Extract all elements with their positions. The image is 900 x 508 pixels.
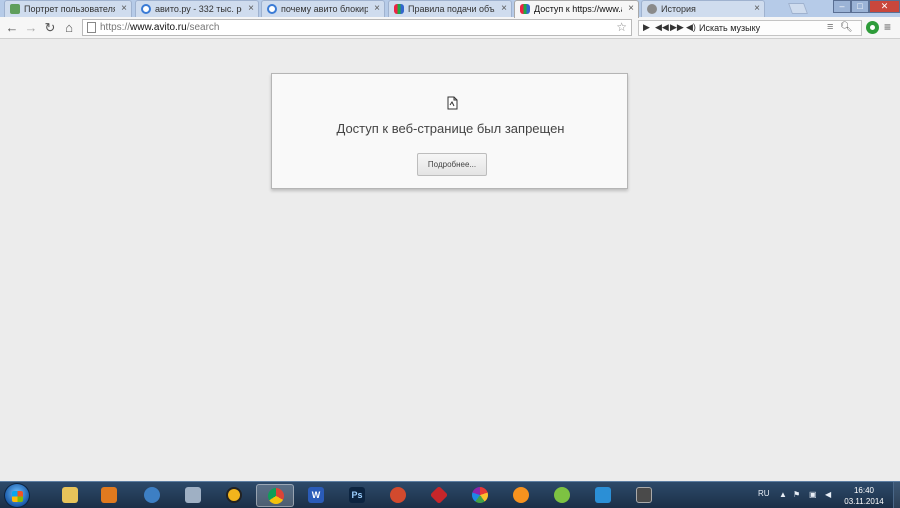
taskbar-chrome[interactable] xyxy=(256,484,294,507)
clock-time: 16:40 xyxy=(853,486,875,495)
maximize-button[interactable]: □ xyxy=(851,0,869,13)
taskbar-tool-app[interactable] xyxy=(383,484,413,507)
media-player-icon xyxy=(101,487,117,503)
tab-title: авито.ру - 332 тыс. резул xyxy=(155,4,242,14)
windows-logo-icon xyxy=(12,491,23,502)
aimp-icon xyxy=(226,487,242,503)
broken-document-icon xyxy=(447,96,458,110)
calculator-icon xyxy=(185,487,201,503)
folder-icon xyxy=(62,487,78,503)
reload-icon[interactable]: ↻ xyxy=(42,20,58,36)
player-icon xyxy=(595,487,611,503)
system-clock[interactable]: 16:40 03.11.2014 xyxy=(838,485,890,507)
tab-title: Доступ к https://www.avi xyxy=(534,4,622,14)
taskbar-network-app[interactable] xyxy=(137,484,167,507)
details-button[interactable]: Подробнее... xyxy=(417,153,487,176)
play-icon[interactable]: ▶ xyxy=(643,22,650,33)
new-tab-button[interactable] xyxy=(787,3,809,14)
console-icon xyxy=(636,487,652,503)
menu-icon[interactable]: ≡ xyxy=(884,20,891,34)
word-icon: W xyxy=(308,487,324,503)
tab-title: почему авито блокирует xyxy=(281,4,368,14)
tab-title: Портрет пользователя A xyxy=(24,4,115,14)
page-icon xyxy=(87,22,96,33)
language-indicator[interactable]: RU xyxy=(758,489,770,498)
show-desktop-button[interactable] xyxy=(893,482,900,508)
colorful-favicon-icon xyxy=(520,4,530,14)
bookmark-star-icon[interactable]: ☆ xyxy=(616,20,627,34)
taskbar-explorer[interactable] xyxy=(55,484,85,507)
next-track-icon[interactable]: ▶▶ xyxy=(670,22,684,33)
tab-4-active[interactable]: Доступ к https://www.avi × xyxy=(514,0,639,18)
error-message: Доступ к веб-странице был запрещен xyxy=(336,121,565,136)
address-bar[interactable]: https://www.avito.ru/search ☆ xyxy=(82,19,632,36)
prev-track-icon[interactable]: ◀◀ xyxy=(655,22,669,33)
page-content: Доступ к веб-странице был запрещен Подро… xyxy=(0,40,900,481)
tab-close-icon[interactable]: × xyxy=(374,3,380,14)
taskbar-icq[interactable] xyxy=(547,484,577,507)
music-extension-bar: ▶ ◀◀ ▶▶ ◀) Искать музыку ≡ 🔍︎ xyxy=(638,20,862,36)
taskbar-picasa[interactable] xyxy=(465,484,495,507)
url-text[interactable]: https://www.avito.ru/search xyxy=(100,22,220,33)
taskbar-aimp[interactable] xyxy=(219,484,249,507)
clock-date: 03.11.2014 xyxy=(844,497,884,506)
taskbar-player[interactable] xyxy=(588,484,618,507)
taskbar-photoshop[interactable]: Ps xyxy=(342,484,372,507)
page-favicon-icon xyxy=(10,4,20,14)
taskbar-avast[interactable] xyxy=(506,484,536,507)
tab-1[interactable]: авито.ру - 332 тыс. резул × xyxy=(135,0,259,17)
search-icon[interactable]: 🔍︎ xyxy=(840,22,853,33)
show-hidden-icons-icon[interactable]: ▲ xyxy=(779,490,787,499)
photoshop-icon: Ps xyxy=(349,487,365,503)
chrome-icon xyxy=(268,488,284,504)
windows-taskbar: W Ps RU ▲ ⚑ ▣ ◀ 16:40 03.11.2014 xyxy=(0,481,900,508)
search-favicon-icon xyxy=(141,4,151,14)
tab-close-icon[interactable]: × xyxy=(121,3,127,14)
volume-icon[interactable]: ◀) xyxy=(686,22,696,33)
taskbar-word[interactable]: W xyxy=(301,484,331,507)
music-search-input[interactable]: Искать музыку xyxy=(699,23,760,33)
taskbar-console[interactable] xyxy=(629,484,659,507)
search-favicon-icon xyxy=(267,4,277,14)
taskbar-delphi[interactable] xyxy=(424,484,454,507)
forward-arrow-icon[interactable]: → xyxy=(23,20,39,36)
tool-app-icon xyxy=(390,487,406,503)
access-denied-panel: Доступ к веб-странице был запрещен Подро… xyxy=(271,73,628,189)
minimize-button[interactable]: – xyxy=(833,0,851,13)
taskbar-calculator[interactable] xyxy=(178,484,208,507)
back-arrow-icon[interactable]: ← xyxy=(4,20,20,36)
picasa-icon xyxy=(472,487,488,503)
tab-close-icon[interactable]: × xyxy=(501,3,507,14)
menu-lines-icon[interactable]: ≡ xyxy=(827,21,833,33)
tab-title: Правила подачи объявл xyxy=(408,4,495,14)
tab-close-icon[interactable]: × xyxy=(248,3,254,14)
network-icon[interactable]: ▣ xyxy=(809,490,817,499)
icq-icon xyxy=(554,487,570,503)
taskbar-media-player[interactable] xyxy=(94,484,124,507)
volume-icon[interactable]: ◀ xyxy=(825,490,833,499)
tab-0[interactable]: Портрет пользователя A × xyxy=(4,0,132,17)
home-icon[interactable]: ⌂ xyxy=(61,20,77,36)
network-app-icon xyxy=(144,487,160,503)
tab-2[interactable]: почему авито блокирует × xyxy=(261,0,385,17)
colorful-favicon-icon xyxy=(394,4,404,14)
extension-icon[interactable] xyxy=(866,21,879,34)
history-favicon-icon xyxy=(647,4,657,14)
tab-title: История xyxy=(661,4,696,14)
avast-icon xyxy=(513,487,529,503)
browser-toolbar: ← → ↻ ⌂ https://www.avito.ru/search ☆ ▶ … xyxy=(0,17,900,39)
action-center-icon[interactable]: ⚑ xyxy=(793,490,801,499)
close-window-button[interactable]: ✕ xyxy=(869,0,900,13)
tab-close-icon[interactable]: × xyxy=(754,3,760,14)
start-button[interactable] xyxy=(4,483,30,508)
delphi-icon xyxy=(429,485,449,505)
tab-5[interactable]: История × xyxy=(641,0,765,17)
tab-strip: Портрет пользователя A × авито.ру - 332 … xyxy=(0,0,900,18)
tab-3[interactable]: Правила подачи объявл × xyxy=(388,0,512,17)
tab-close-icon[interactable]: × xyxy=(628,3,634,14)
